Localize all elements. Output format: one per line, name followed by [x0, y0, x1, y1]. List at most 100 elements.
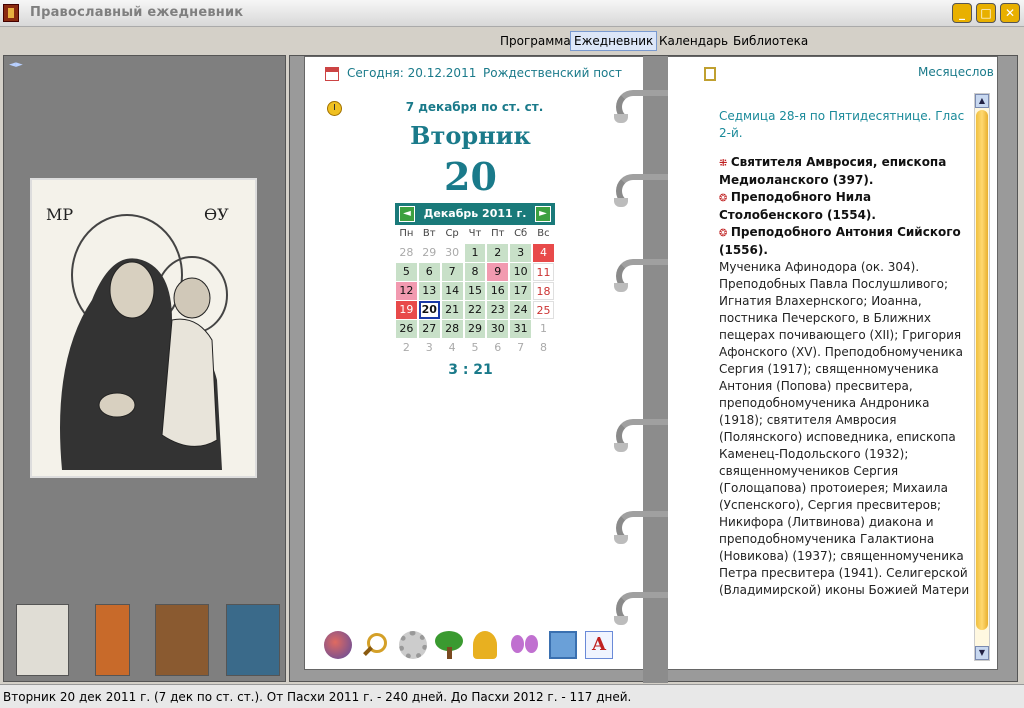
- menu-diary[interactable]: Ежедневник: [570, 31, 658, 51]
- calendar-day[interactable]: 23: [487, 301, 509, 319]
- major-saint-entry[interactable]: ⁜ Святителя Амвросия, епископа Медиоланс…: [719, 154, 974, 189]
- calendar-day[interactable]: 6: [487, 339, 508, 357]
- calendar-day[interactable]: 25: [533, 301, 554, 319]
- calendar-icon[interactable]: [325, 67, 339, 81]
- calendar-day[interactable]: 30: [442, 244, 463, 262]
- menu-library[interactable]: Библиотека: [730, 33, 811, 51]
- calendar-day[interactable]: 22: [464, 301, 486, 319]
- saint-name: Святителя Амвросия, епископа Медиоланско…: [719, 155, 947, 187]
- icon-inscription-left: МР: [46, 205, 73, 224]
- calendar-day[interactable]: 5: [396, 263, 417, 281]
- old-style-date: 7 декабря по ст. ст.: [405, 100, 544, 114]
- weekday-header: Пн: [399, 228, 414, 239]
- calendar-day[interactable]: 12: [396, 282, 417, 300]
- calendar-day[interactable]: 9: [487, 263, 509, 281]
- calendar-day[interactable]: 8: [533, 339, 554, 357]
- month-calendar: ◄ Декабрь 2011 г. ► Пн Вт Ср Чт Пт Сб Вс 28 29 30…: [395, 203, 555, 357]
- icon-thumbnail-theotokos[interactable]: [16, 604, 69, 676]
- calendar-day[interactable]: 13: [418, 282, 440, 300]
- icon-panel: ◄► МР ѲУ: [3, 55, 286, 682]
- butterfly-icon[interactable]: [511, 631, 539, 659]
- icon-thumbnail-saint-1[interactable]: [95, 604, 130, 676]
- today-link[interactable]: Сегодня: 20.12.2011: [347, 66, 476, 80]
- calendar-day[interactable]: 29: [419, 244, 440, 262]
- scroll-thumb[interactable]: [976, 110, 988, 630]
- calendar-day[interactable]: 7: [441, 263, 463, 281]
- calendar-day[interactable]: 17: [510, 282, 532, 300]
- calendar-day[interactable]: 5: [465, 339, 486, 357]
- calendar-day[interactable]: 14: [441, 282, 463, 300]
- close-button[interactable]: ✕: [1000, 3, 1020, 23]
- maximize-button[interactable]: □: [976, 3, 996, 23]
- calendar-day[interactable]: 4: [533, 244, 554, 262]
- weekday-header: Вт: [422, 228, 436, 239]
- feast-rank-icon: ❂: [719, 228, 731, 239]
- app-icon: [3, 4, 19, 22]
- minimize-button[interactable]: _: [952, 3, 972, 23]
- calendar-day-today[interactable]: 20: [418, 301, 440, 319]
- gear-icon[interactable]: [399, 631, 427, 659]
- calendar-day[interactable]: 6: [418, 263, 440, 281]
- calendar-day[interactable]: 26: [396, 320, 417, 338]
- calendar-day[interactable]: 1: [533, 320, 554, 338]
- calendar-day[interactable]: 18: [533, 282, 554, 300]
- calendar-day[interactable]: 24: [510, 301, 532, 319]
- bell-icon[interactable]: [473, 631, 497, 659]
- calendar-day[interactable]: 11: [533, 263, 554, 281]
- calendar-day[interactable]: 31: [510, 320, 532, 338]
- calendar-day[interactable]: 21: [441, 301, 463, 319]
- prev-month-button[interactable]: ◄: [399, 206, 415, 222]
- major-saint-entry[interactable]: ❂ Преподобного Нила Столобенского (1554)…: [719, 189, 974, 224]
- icon-thumbnail-saint-3[interactable]: [226, 604, 280, 676]
- scroll-down-button[interactable]: ▼: [975, 646, 989, 660]
- globe-icon[interactable]: [324, 631, 352, 659]
- diary-left-page: Сегодня: 20.12.2011 Рождественский пост …: [304, 56, 643, 670]
- calendar-day[interactable]: 15: [464, 282, 486, 300]
- weekday-header: Чт: [468, 228, 482, 239]
- day-number: 20: [444, 154, 497, 199]
- app-window: Православный ежедневник _ □ ✕ Программа …: [0, 0, 1024, 708]
- icon-drawing: МР ѲУ: [32, 180, 255, 476]
- weekday-header: Пт: [491, 228, 505, 239]
- calendar-day[interactable]: 16: [487, 282, 509, 300]
- search-icon[interactable]: [361, 631, 389, 659]
- menu-program[interactable]: Программа: [497, 33, 574, 51]
- menologion-link[interactable]: Месяцеслов: [918, 65, 994, 79]
- calendar-day[interactable]: 30: [487, 320, 509, 338]
- calendar-day[interactable]: 3: [419, 339, 440, 357]
- saints-scrollbar[interactable]: ▲ ▼: [974, 93, 990, 661]
- icon-thumbnail-saint-2[interactable]: [155, 604, 209, 676]
- calendar-day[interactable]: 1: [464, 244, 486, 262]
- major-saints-list: ⁜ Святителя Амвросия, епископа Медиоланс…: [719, 154, 974, 259]
- calendar-day[interactable]: 3: [510, 244, 532, 262]
- fast-period-label[interactable]: Рождественский пост: [483, 66, 622, 80]
- calendar-day[interactable]: 2: [487, 244, 509, 262]
- next-month-button[interactable]: ►: [535, 206, 551, 222]
- major-saint-entry[interactable]: ❂ Преподобного Антония Сийского (1556).: [719, 224, 974, 259]
- calendar-day[interactable]: 4: [442, 339, 463, 357]
- resize-arrows-icon[interactable]: ◄►: [9, 60, 23, 70]
- weekday-header: Ср: [445, 228, 459, 239]
- calendar-day[interactable]: 19: [396, 301, 417, 319]
- calendar-day[interactable]: 7: [510, 339, 531, 357]
- calendar-day[interactable]: 28: [396, 244, 417, 262]
- calendar-day[interactable]: 8: [464, 263, 486, 281]
- scroll-up-button[interactable]: ▲: [975, 94, 989, 108]
- icon-inscription-right: ѲУ: [204, 205, 229, 224]
- calendar-day[interactable]: 10: [510, 263, 532, 281]
- book-icon[interactable]: [704, 67, 716, 81]
- calendar-day[interactable]: 29: [464, 320, 486, 338]
- saint-name: Преподобного Антония Сийского (1556).: [719, 225, 961, 257]
- font-icon[interactable]: A: [585, 631, 613, 659]
- month-label: Декабрь 2011 г.: [423, 207, 527, 220]
- diary-notebook: Сегодня: 20.12.2011 Рождественский пост …: [289, 55, 1018, 683]
- tree-icon[interactable]: [435, 631, 463, 659]
- saints-of-the-day: Седмица 28-я по Пятидесятнице. Глас 2-й.…: [719, 108, 974, 658]
- calendar-day[interactable]: 28: [441, 320, 463, 338]
- calendar-day[interactable]: 27: [418, 320, 440, 338]
- diary-toolbar: A: [319, 625, 639, 665]
- week-info: Седмица 28-я по Пятидесятнице. Глас 2-й.: [719, 109, 965, 140]
- menu-calendar[interactable]: Календарь: [656, 33, 731, 51]
- calendar-day[interactable]: 2: [396, 339, 417, 357]
- window-icon[interactable]: [549, 631, 577, 659]
